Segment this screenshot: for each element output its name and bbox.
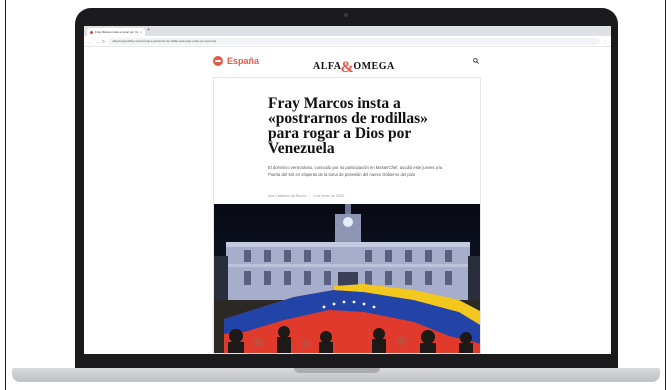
reload-icon[interactable]: ↻ — [102, 39, 105, 44]
browser-tab-bar: Fray Marcos insta a rezar por Venezuela … — [84, 26, 611, 36]
logo-ampersand: & — [340, 59, 355, 76]
url-text: alfayomega.es/fray-marcos-insta-a-postra… — [112, 39, 217, 43]
tab-title: Fray Marcos insta a rezar por Venezuela — [95, 30, 139, 34]
browser-toolbar: ← → ↻ alfayomega.es/fray-marcos-insta-a-… — [84, 36, 611, 47]
browser-tab[interactable]: Fray Marcos insta a rezar por Venezuela … — [87, 28, 145, 36]
site-logo[interactable]: ALFA&OMEGA — [313, 56, 395, 76]
back-icon[interactable]: ← — [88, 39, 92, 44]
article-headline: Fray Marcos insta a «postrarnos de rodil… — [268, 95, 428, 157]
section-icon — [213, 56, 223, 66]
product-mockup: Fray Marcos insta a rezar por Venezuela … — [0, 0, 672, 390]
byline-divider: | — [309, 194, 311, 198]
logo-right: OMEGA — [353, 61, 395, 72]
forward-icon[interactable]: → — [95, 39, 99, 44]
site-header: España ALFA&OMEGA — [84, 47, 611, 76]
new-tab-button[interactable]: + — [147, 27, 150, 33]
search-icon[interactable] — [473, 58, 479, 64]
article-byline: Ana Celestino de Rincón | 9 de enero de 20… — [268, 194, 344, 198]
laptop-screen: Fray Marcos insta a rezar por Venezuela … — [84, 26, 611, 354]
logo-left: ALFA — [313, 61, 342, 72]
article-photo — [214, 204, 480, 353]
close-tab-icon[interactable]: × — [140, 30, 142, 34]
favicon-icon — [90, 30, 93, 34]
frame-border-right — [665, 0, 666, 390]
article-standfirst: El dominico venezolano, conocido por su … — [268, 165, 443, 177]
frame-border-left — [5, 0, 6, 390]
article-card: Fray Marcos insta a «postrarnos de rodil… — [213, 77, 481, 354]
section-link[interactable]: España — [213, 56, 259, 66]
laptop-hinge-notch — [294, 368, 380, 373]
webcam-icon — [344, 13, 348, 17]
browser-menu-icon[interactable]: ⋮ — [603, 39, 607, 44]
publish-date: 9 de enero de 2025 — [313, 194, 344, 198]
address-bar[interactable]: alfayomega.es/fray-marcos-insta-a-postra… — [108, 37, 600, 45]
section-label: España — [227, 56, 260, 66]
author-link[interactable]: Ana Celestino de Rincón — [268, 194, 307, 198]
